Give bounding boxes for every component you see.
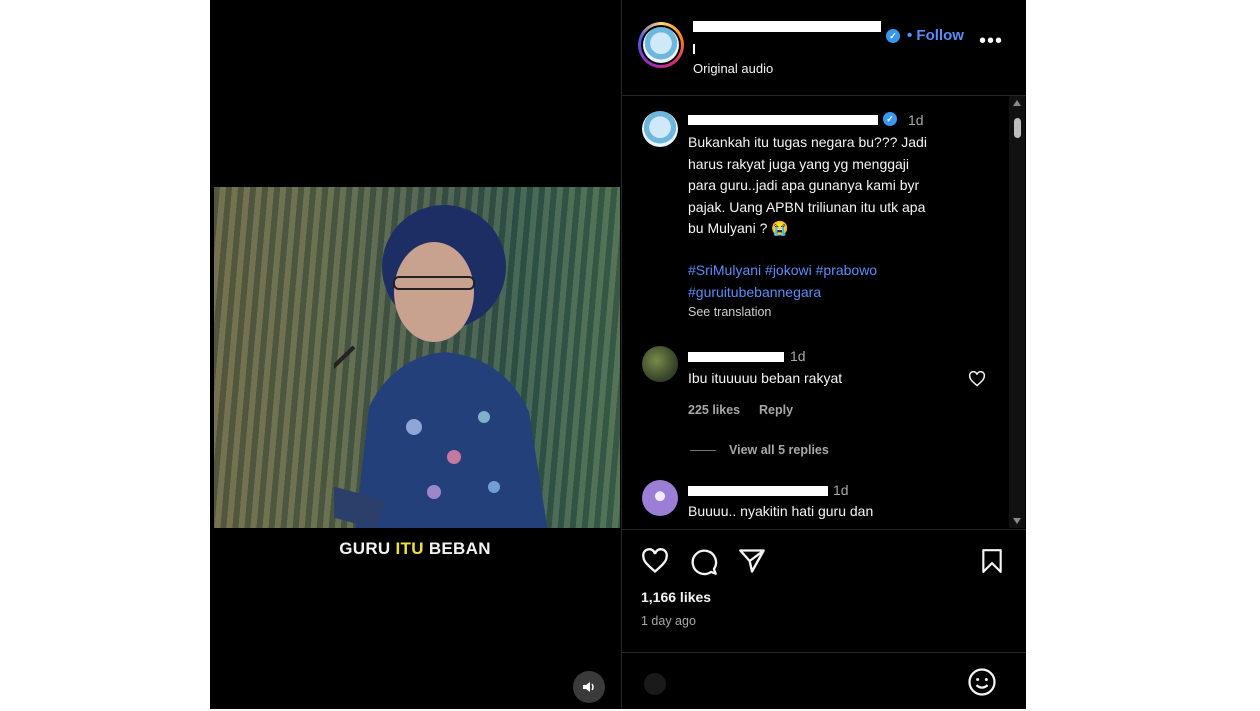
reply-button[interactable]: Reply: [759, 403, 793, 417]
comment-text: Buuuu.. nyakitin hati guru dan: [688, 503, 874, 519]
post-actions: 1,166 likes 1 day ago: [622, 529, 1026, 710]
speaker-image: [334, 205, 548, 528]
commenter-avatar[interactable]: [642, 346, 678, 382]
follow-button[interactable]: • Follow: [907, 27, 964, 44]
video-frame: [214, 187, 620, 528]
replies-divider: [690, 450, 716, 451]
redacted-username[interactable]: [688, 486, 828, 496]
redacted-username[interactable]: [688, 352, 784, 362]
post-timestamp: 1 day ago: [641, 614, 696, 628]
redacted-username[interactable]: [688, 115, 878, 125]
speaker-icon: [583, 682, 594, 692]
comment-text: Bukankah itu tugas negara bu??? Jadi har…: [688, 134, 927, 236]
comment-time: 1d: [833, 482, 849, 498]
reel-video[interactable]: GURU ITU BEBAN: [210, 0, 620, 709]
emoji-icon[interactable]: [967, 667, 997, 697]
redacted-username-tail: [693, 44, 695, 54]
scroll-up-icon[interactable]: [1013, 100, 1021, 106]
comment-bubble-icon[interactable]: [690, 548, 718, 576]
see-translation-link[interactable]: See translation: [688, 305, 771, 319]
add-comment-bar[interactable]: [622, 652, 1026, 711]
commenter-avatar[interactable]: [642, 480, 678, 516]
comment-time: 1d: [908, 112, 924, 128]
scroll-thumb[interactable]: [1014, 118, 1021, 138]
comments-scrollbar[interactable]: [1009, 96, 1025, 528]
comment-time: 1d: [790, 348, 806, 364]
commenter-avatar[interactable]: [642, 111, 678, 147]
post-likes-count[interactable]: 1,166 likes: [641, 589, 711, 605]
comment-likes[interactable]: 225 likes: [688, 403, 740, 417]
more-options-icon[interactable]: •••: [979, 30, 1003, 53]
mute-button[interactable]: [573, 671, 605, 703]
comment-text: Ibu ituuuuu beban rakyat: [688, 370, 843, 386]
redacted-username[interactable]: [693, 21, 881, 32]
like-comment-heart-icon[interactable]: [968, 371, 986, 387]
post-modal: GURU ITU BEBAN ✓ • Follow ••• Original a…: [210, 0, 1026, 709]
verified-badge-icon: ✓: [886, 29, 900, 43]
verified-badge-icon: ✓: [883, 112, 897, 126]
share-send-icon[interactable]: [738, 548, 766, 574]
hashtags[interactable]: #SriMulyani #jokowi #prabowo #guruitubeb…: [688, 260, 988, 303]
view-replies-link[interactable]: View all 5 replies: [729, 443, 829, 457]
author-avatar[interactable]: [638, 22, 684, 68]
post-header: ✓ • Follow ••• Original audio: [622, 0, 1026, 96]
original-audio-link[interactable]: Original audio: [693, 61, 773, 76]
like-heart-icon[interactable]: [641, 548, 669, 574]
comments-list[interactable]: ✓ 1d Bukankah itu tugas negara bu??? Jad…: [622, 96, 1008, 528]
save-bookmark-icon[interactable]: [980, 548, 1004, 574]
user-avatar: [644, 673, 666, 695]
post-side-panel: ✓ • Follow ••• Original audio ✓ 1d Bukan…: [621, 0, 1026, 709]
scroll-down-icon[interactable]: [1013, 518, 1021, 524]
video-caption: GURU ITU BEBAN: [339, 539, 491, 558]
